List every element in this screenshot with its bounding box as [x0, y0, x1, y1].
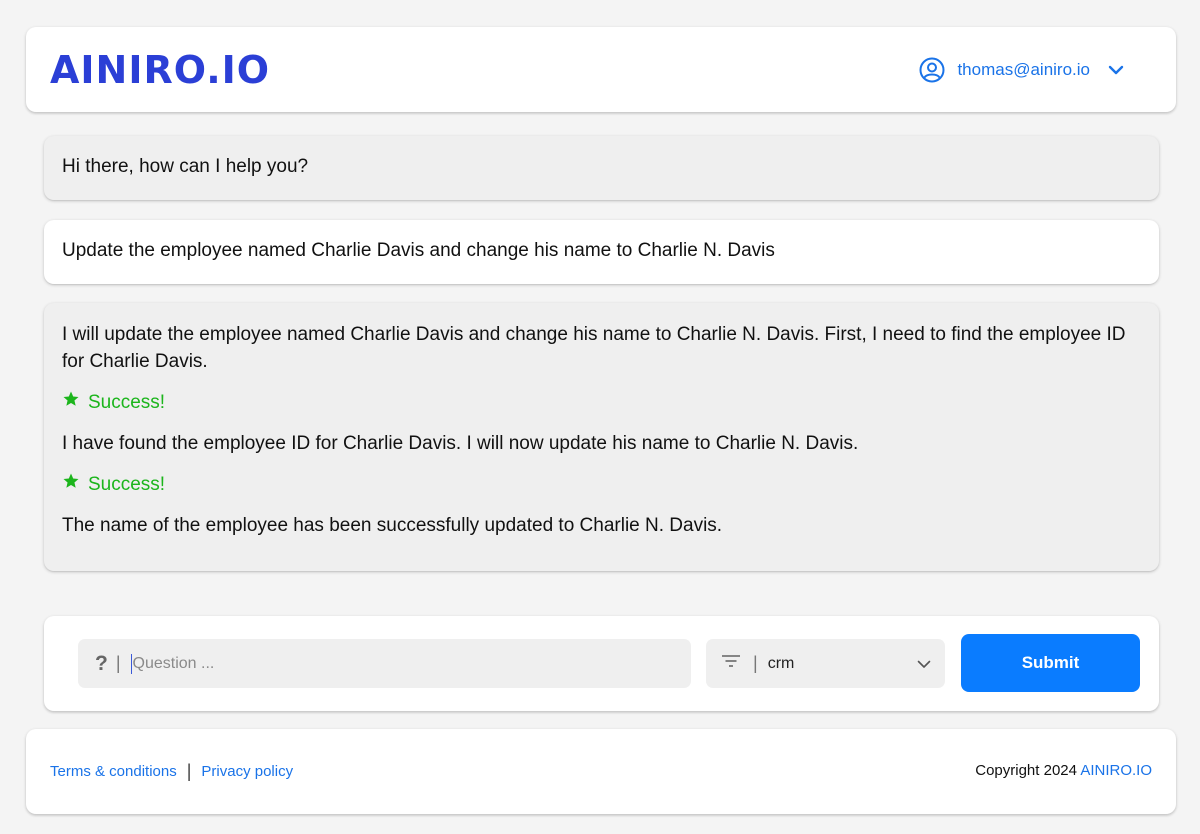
user-message: Update the employee named Charlie Davis …	[44, 220, 1159, 284]
message-paragraph: I will update the employee named Charlie…	[62, 324, 1126, 372]
copyright-link[interactable]: AINIRO.IO	[1080, 762, 1152, 779]
message-text: Update the employee named Charlie Davis …	[62, 240, 775, 261]
success-text: Success!	[88, 474, 166, 495]
message-paragraph: The name of the employee has been succes…	[62, 515, 723, 536]
selected-type: crm	[767, 654, 795, 672]
ainiro-logo[interactable]: AINIRO.IO	[50, 47, 270, 93]
filter-icon	[721, 654, 741, 673]
user-menu[interactable]: thomas@ainiro.io	[919, 57, 1124, 83]
star-icon	[62, 389, 80, 416]
chevron-down-icon[interactable]	[1108, 65, 1124, 75]
assistant-message: Hi there, how can I help you?	[44, 136, 1159, 200]
type-select[interactable]: | crm	[706, 639, 945, 688]
separator: |	[115, 653, 121, 673]
footer-links: Terms & conditions | Privacy policy	[50, 762, 293, 780]
copyright: Copyright 2024 AINIRO.IO	[975, 762, 1152, 779]
user-circle-icon	[919, 57, 945, 83]
assistant-message: I will update the employee named Charlie…	[44, 303, 1159, 571]
message-text: Hi there, how can I help you?	[62, 156, 309, 177]
question-input[interactable]: ? | Question ...	[78, 639, 691, 688]
privacy-link[interactable]: Privacy policy	[201, 763, 293, 780]
success-text: Success!	[88, 392, 166, 413]
copyright-text: Copyright 2024	[975, 762, 1077, 779]
terms-link[interactable]: Terms & conditions	[50, 763, 177, 780]
question-placeholder[interactable]: Question ...	[130, 653, 214, 674]
question-mark-icon: ?	[95, 651, 108, 675]
separator: |	[753, 653, 758, 673]
chevron-down-icon[interactable]	[917, 656, 931, 674]
submit-button[interactable]: Submit	[961, 634, 1140, 692]
star-icon	[62, 471, 80, 498]
success-status: Success!	[62, 389, 1141, 416]
header-bar: AINIRO.IO thomas@ainiro.io	[26, 27, 1176, 112]
message-paragraph: I have found the employee ID for Charlie…	[62, 433, 859, 454]
success-status: Success!	[62, 471, 1141, 498]
footer-separator: |	[186, 761, 192, 781]
footer: Terms & conditions | Privacy policy Copy…	[26, 729, 1176, 814]
chat-input-bar: ? | Question ... | crm Submit	[44, 616, 1159, 711]
user-email[interactable]: thomas@ainiro.io	[957, 60, 1090, 80]
